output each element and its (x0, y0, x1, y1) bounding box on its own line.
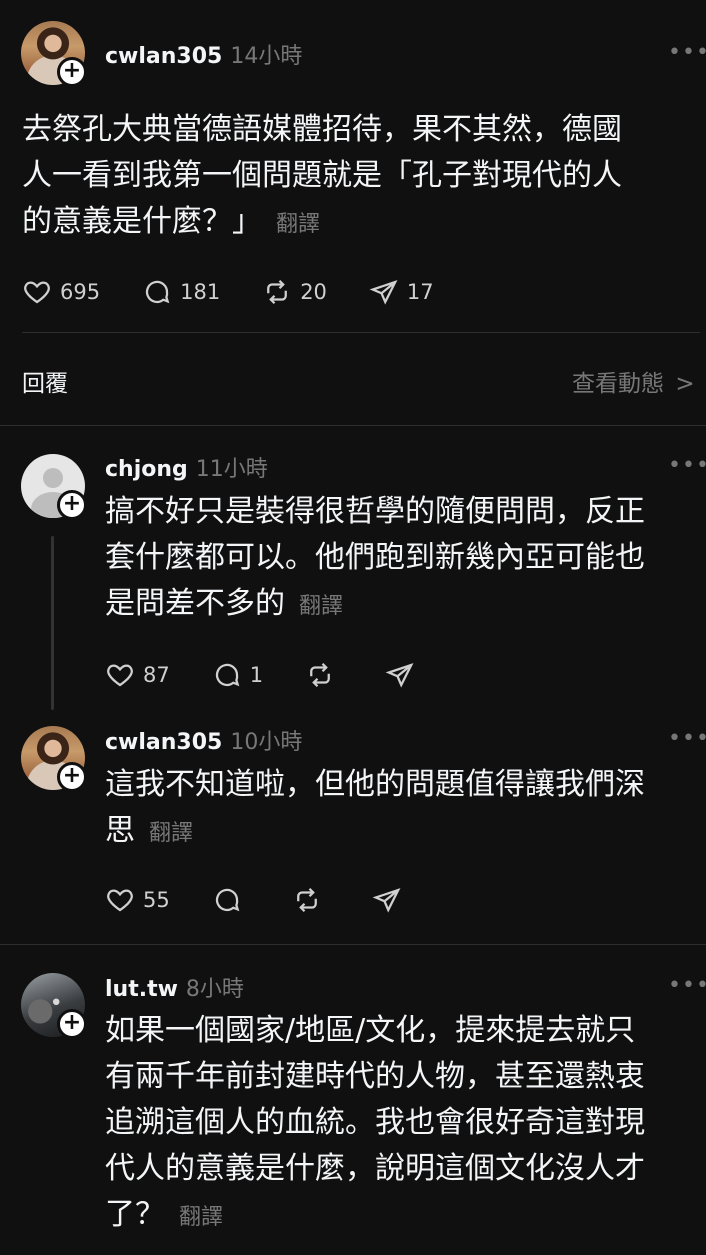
like-button[interactable]: 695 (22, 277, 100, 307)
repost-button[interactable] (305, 660, 343, 690)
comment-icon (215, 888, 240, 912)
reply-line: 搞不好只是裝得很哲學的隨便問問，反正 (105, 494, 645, 529)
divider (22, 332, 700, 333)
translate-link[interactable]: 翻譯 (179, 1205, 223, 1230)
like-count: 87 (143, 663, 170, 687)
comment-button[interactable]: 1 (212, 660, 263, 690)
reply-text: 如果一個國家/地區/文化，提來提去就只 有兩千年前封建時代的人物，甚至還熱衷 追… (105, 1008, 700, 1241)
reply-line: 追溯這個人的血統。我也會很好奇這對現 (105, 1105, 645, 1140)
comment-count: 181 (180, 280, 221, 304)
send-icon (385, 663, 414, 688)
share-button[interactable] (372, 885, 410, 915)
reply-actions: 55 (105, 885, 452, 915)
comment-icon (145, 280, 170, 304)
reply-line: 套什麼都可以。他們跑到新幾內亞可能也 (105, 540, 645, 575)
reply-line: 這我不知道啦，但他的問題值得讓我們深 (105, 767, 645, 802)
reply-author[interactable]: lut.tw 8小時 (105, 971, 244, 1003)
more-options-icon[interactable]: ••• (668, 973, 706, 998)
post-time: 14小時 (230, 44, 303, 69)
like-count: 55 (143, 888, 170, 912)
repost-icon (296, 887, 317, 913)
repost-count: 20 (300, 280, 327, 304)
post-line: 人一看到我第一個問題就是「孔子對現代的人 (22, 158, 622, 193)
repost-button[interactable]: 20 (262, 277, 327, 307)
divider (0, 425, 706, 426)
reply-line: 是問差不多的 翻譯 (105, 586, 344, 621)
translate-link[interactable]: 翻譯 (299, 594, 343, 619)
chevron-right-icon: > (675, 371, 695, 397)
share-button[interactable] (385, 660, 423, 690)
reply-actions: 87 1 (105, 660, 465, 690)
repost-icon (310, 662, 330, 688)
like-button[interactable]: 87 (105, 660, 170, 690)
more-options-icon[interactable]: ••• (668, 40, 706, 65)
more-options-icon[interactable]: ••• (668, 453, 706, 478)
repost-icon (267, 279, 288, 305)
reply-text: 這我不知道啦，但他的問題值得讓我們深 思翻譯 (105, 762, 700, 857)
reply-author[interactable]: chjong 11小時 (105, 451, 268, 483)
reply-line: 了？ 翻譯 (105, 1197, 224, 1232)
divider (0, 944, 706, 945)
comment-icon (215, 663, 240, 687)
share-button[interactable]: 17 (369, 277, 434, 307)
post-actions: 695 181 20 17 (22, 277, 476, 307)
post-line: 的意義是什麼？」 翻譯 (22, 204, 321, 239)
reply-line: 有兩千年前封建時代的人物，甚至還熱衷 (105, 1059, 645, 1094)
comment-button[interactable]: 181 (142, 277, 220, 307)
send-icon (372, 888, 401, 913)
reply-time: 8小時 (185, 977, 244, 1002)
username[interactable]: chjong (105, 457, 188, 482)
like-count: 695 (60, 280, 101, 304)
reply-line: 如果一個國家/地區/文化，提來提去就只 (105, 1013, 636, 1048)
replies-label[interactable]: 回覆 (22, 364, 68, 398)
follow-plus-icon[interactable]: + (57, 490, 87, 520)
reply-line: 代人的意義是什麼，說明這個文化沒人才 (105, 1151, 645, 1186)
post-author[interactable]: cwlan305 14小時 (105, 38, 302, 70)
comment-button[interactable] (212, 885, 250, 915)
reply-text: 搞不好只是裝得很哲學的隨便問問，反正 套什麼都可以。他們跑到新幾內亞可能也 是問… (105, 489, 700, 630)
heart-icon (107, 664, 133, 687)
like-button[interactable]: 55 (105, 885, 170, 915)
reply-line: 思翻譯 (105, 813, 194, 848)
send-icon (369, 280, 398, 305)
comment-count: 1 (249, 663, 264, 687)
view-activity-link[interactable]: 查看動態 > (572, 364, 695, 398)
translate-link[interactable]: 翻譯 (149, 821, 193, 846)
share-count: 17 (406, 280, 434, 304)
translate-link[interactable]: 翻譯 (276, 212, 320, 237)
reply-time: 10小時 (230, 730, 303, 755)
post-text: 去祭孔大典當德語媒體招待，果不其然，德國 人一看到我第一個問題就是「孔子對現代的… (22, 107, 692, 248)
follow-plus-icon[interactable]: + (57, 762, 87, 792)
reply-time: 11小時 (195, 457, 268, 482)
follow-plus-icon[interactable]: + (57, 1009, 87, 1039)
thread-line (51, 536, 54, 710)
username[interactable]: cwlan305 (105, 44, 222, 69)
post-line: 去祭孔大典當德語媒體招待，果不其然，德國 (22, 112, 622, 147)
username[interactable]: lut.tw (105, 977, 178, 1002)
follow-plus-icon[interactable]: + (57, 57, 87, 87)
heart-icon (24, 281, 50, 304)
more-options-icon[interactable]: ••• (668, 726, 706, 751)
reply-author[interactable]: cwlan305 10小時 (105, 724, 302, 756)
heart-icon (107, 889, 133, 912)
username[interactable]: cwlan305 (105, 730, 222, 755)
repost-button[interactable] (292, 885, 330, 915)
